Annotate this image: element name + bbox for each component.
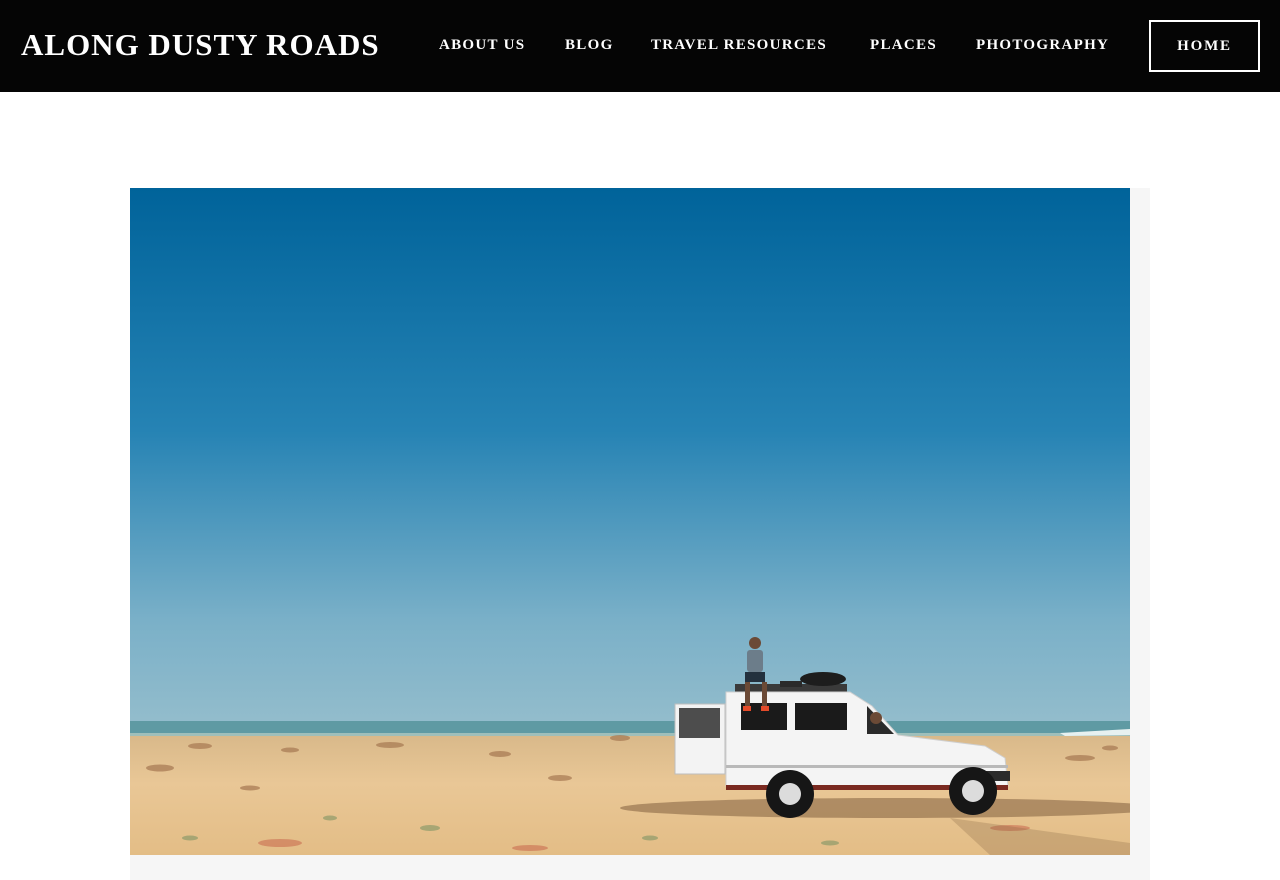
nav-travel-resources[interactable]: TRAVEL RESOURCES [651, 36, 827, 54]
site-logo[interactable]: ALONG DUSTY ROADS [21, 27, 380, 63]
nav-blog[interactable]: BLOG [565, 36, 614, 54]
hero-photo [130, 188, 1130, 855]
nav-photography[interactable]: PHOTOGRAPHY [976, 36, 1109, 54]
home-button[interactable]: HOME [1149, 20, 1260, 72]
nav-about-us[interactable]: ABOUT US [439, 36, 525, 54]
hero-image[interactable] [130, 188, 1130, 855]
nav-places[interactable]: PLACES [870, 36, 937, 54]
site-header: ALONG DUSTY ROADS ABOUT US BLOG TRAVEL R… [0, 0, 1280, 92]
